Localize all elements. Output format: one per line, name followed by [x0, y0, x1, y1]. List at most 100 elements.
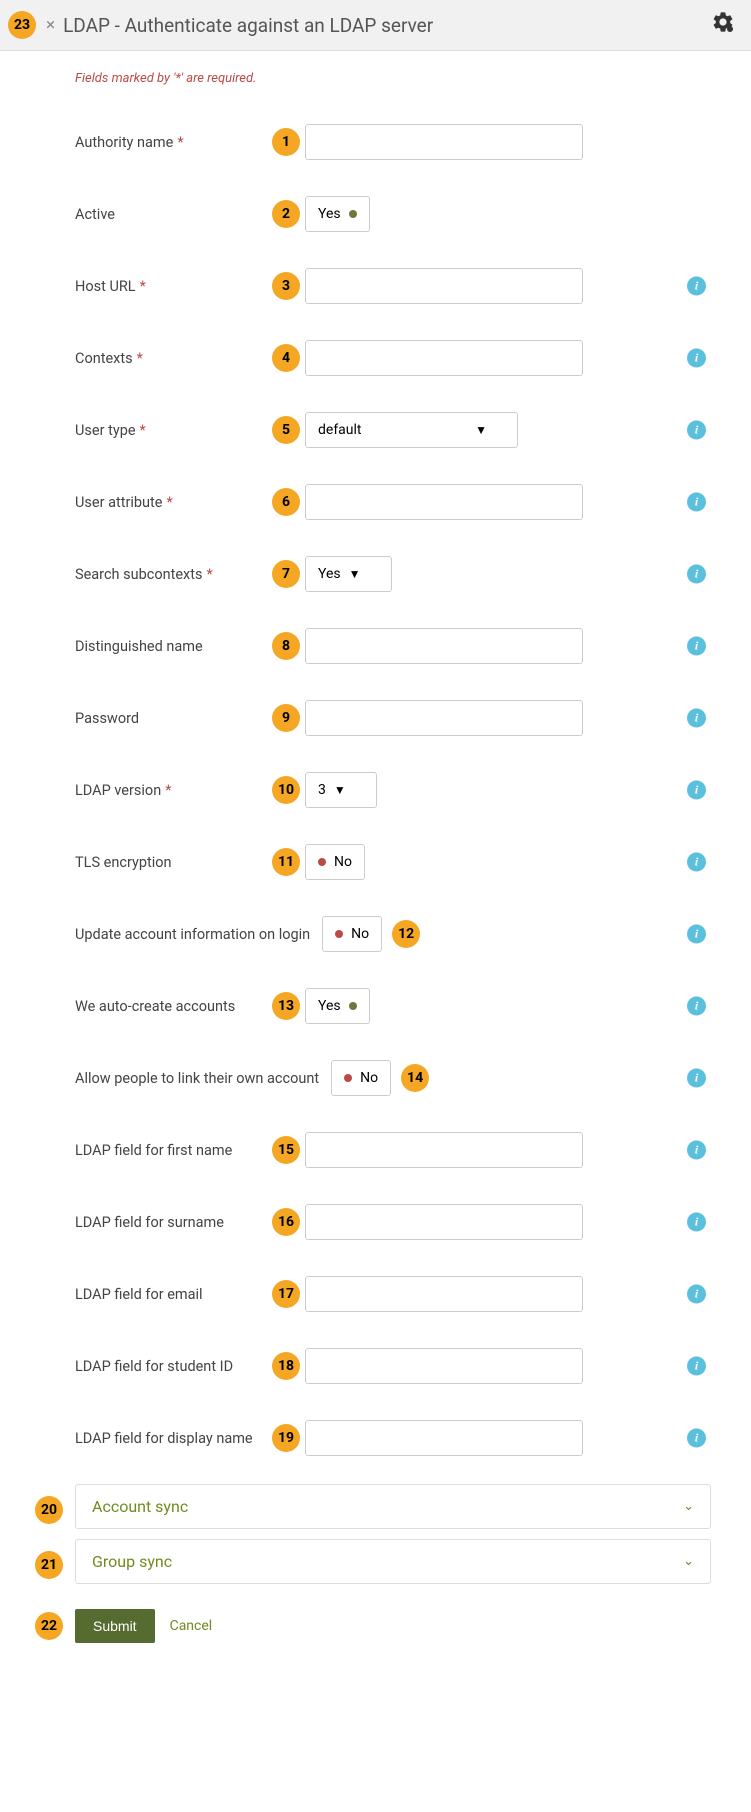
- label-host-url: Host URL: [75, 278, 136, 295]
- label-ldap-version: LDAP version: [75, 782, 161, 799]
- info-icon[interactable]: i: [687, 493, 706, 512]
- row-link-own: Allow people to link their own account N…: [75, 1042, 751, 1114]
- chevron-down-icon: ⌄: [683, 1554, 694, 1569]
- label-surname: LDAP field for surname: [75, 1214, 224, 1231]
- chevron-down-icon: ▼: [349, 567, 361, 581]
- badge-22: 22: [35, 1612, 63, 1640]
- label-password: Password: [75, 710, 139, 727]
- badge-9: 9: [272, 704, 300, 732]
- authority-name-input[interactable]: [305, 124, 583, 160]
- auto-create-toggle[interactable]: Yes: [305, 988, 370, 1024]
- contexts-input[interactable]: [305, 340, 583, 376]
- accordion-group-sync[interactable]: Group sync ⌄: [75, 1539, 711, 1584]
- info-icon[interactable]: i: [687, 1357, 706, 1376]
- info-icon[interactable]: i: [687, 277, 706, 296]
- badge-16: 16: [272, 1208, 300, 1236]
- password-input[interactable]: [305, 700, 583, 736]
- info-icon[interactable]: i: [687, 709, 706, 728]
- info-icon[interactable]: i: [687, 997, 706, 1016]
- search-subcontexts-select[interactable]: Yes▼: [305, 556, 392, 592]
- row-password: Password 9 i: [75, 682, 751, 754]
- distinguished-name-input[interactable]: [305, 628, 583, 664]
- label-active: Active: [75, 206, 115, 223]
- info-icon[interactable]: i: [687, 421, 706, 440]
- label-link-own: Allow people to link their own account: [75, 1070, 319, 1087]
- close-icon[interactable]: ×: [46, 15, 55, 35]
- row-contexts: Contexts* 4 i: [75, 322, 751, 394]
- first-name-input[interactable]: [305, 1132, 583, 1168]
- label-update-login: Update account information on login: [75, 926, 310, 943]
- ldap-version-select[interactable]: 3▼: [305, 772, 377, 808]
- badge-1: 1: [272, 128, 300, 156]
- badge-2: 2: [272, 200, 300, 228]
- badge-3: 3: [272, 272, 300, 300]
- badge-4: 4: [272, 344, 300, 372]
- badge-19: 19: [272, 1424, 300, 1452]
- gear-icon[interactable]: [711, 10, 735, 40]
- badge-5: 5: [272, 416, 300, 444]
- email-input[interactable]: [305, 1276, 583, 1312]
- info-icon[interactable]: i: [687, 637, 706, 656]
- label-distinguished-name: Distinguished name: [75, 638, 203, 655]
- badge-12: 12: [392, 920, 420, 948]
- row-student-id: LDAP field for student ID 18 i: [75, 1330, 751, 1402]
- badge-7: 7: [272, 560, 300, 588]
- info-icon[interactable]: i: [687, 1213, 706, 1232]
- info-icon[interactable]: i: [687, 781, 706, 800]
- label-auto-create: We auto-create accounts: [75, 998, 235, 1015]
- label-display-name: LDAP field for display name: [75, 1430, 253, 1447]
- accordion-account-sync[interactable]: Account sync ⌄: [75, 1484, 711, 1529]
- label-user-type: User type: [75, 422, 136, 439]
- badge-21: 21: [35, 1551, 63, 1579]
- label-contexts: Contexts: [75, 350, 133, 367]
- cancel-link[interactable]: Cancel: [170, 1618, 213, 1634]
- badge-8: 8: [272, 632, 300, 660]
- info-icon[interactable]: i: [687, 1069, 706, 1088]
- dot-icon: [344, 1074, 352, 1082]
- info-icon[interactable]: i: [687, 1285, 706, 1304]
- info-icon[interactable]: i: [687, 565, 706, 584]
- info-icon[interactable]: i: [687, 1141, 706, 1160]
- row-auto-create: We auto-create accounts 13 Yes i: [75, 970, 751, 1042]
- display-name-input[interactable]: [305, 1420, 583, 1456]
- label-email: LDAP field for email: [75, 1286, 203, 1303]
- label-search-subcontexts: Search subcontexts: [75, 566, 202, 583]
- user-attribute-input[interactable]: [305, 484, 583, 520]
- tls-toggle[interactable]: No: [305, 844, 365, 880]
- row-tls: TLS encryption 11 No i: [75, 826, 751, 898]
- page-header: 23 × LDAP - Authenticate against an LDAP…: [0, 0, 751, 51]
- row-user-attribute: User attribute* 6 i: [75, 466, 751, 538]
- row-user-type: User type* 5 default▼ i: [75, 394, 751, 466]
- row-host-url: Host URL* 3 i: [75, 250, 751, 322]
- link-own-toggle[interactable]: No: [331, 1060, 391, 1096]
- dot-icon: [335, 930, 343, 938]
- row-display-name: LDAP field for display name 19 i: [75, 1402, 751, 1474]
- host-url-input[interactable]: [305, 268, 583, 304]
- badge-15: 15: [272, 1136, 300, 1164]
- info-icon[interactable]: i: [687, 925, 706, 944]
- row-email: LDAP field for email 17 i: [75, 1258, 751, 1330]
- badge-10: 10: [272, 776, 300, 804]
- row-update-login: Update account information on login No 12…: [75, 898, 751, 970]
- required-note: Fields marked by '*' are required.: [75, 71, 751, 86]
- row-active: Active 2 Yes: [75, 178, 751, 250]
- label-tls: TLS encryption: [75, 854, 172, 871]
- badge-6: 6: [272, 488, 300, 516]
- page-title: LDAP - Authenticate against an LDAP serv…: [63, 14, 433, 37]
- label-student-id: LDAP field for student ID: [75, 1358, 233, 1375]
- badge-20: 20: [35, 1496, 63, 1524]
- update-login-toggle[interactable]: No: [322, 916, 382, 952]
- info-icon[interactable]: i: [687, 349, 706, 368]
- active-toggle[interactable]: Yes: [305, 196, 370, 232]
- student-id-input[interactable]: [305, 1348, 583, 1384]
- chevron-down-icon: ⌄: [683, 1499, 694, 1514]
- info-icon[interactable]: i: [687, 853, 706, 872]
- row-first-name: LDAP field for first name 15 i: [75, 1114, 751, 1186]
- surname-input[interactable]: [305, 1204, 583, 1240]
- info-icon[interactable]: i: [687, 1429, 706, 1448]
- user-type-select[interactable]: default▼: [305, 412, 518, 448]
- submit-button[interactable]: Submit: [75, 1609, 155, 1643]
- badge-13: 13: [272, 992, 300, 1020]
- row-surname: LDAP field for surname 16 i: [75, 1186, 751, 1258]
- row-ldap-version: LDAP version* 10 3▼ i: [75, 754, 751, 826]
